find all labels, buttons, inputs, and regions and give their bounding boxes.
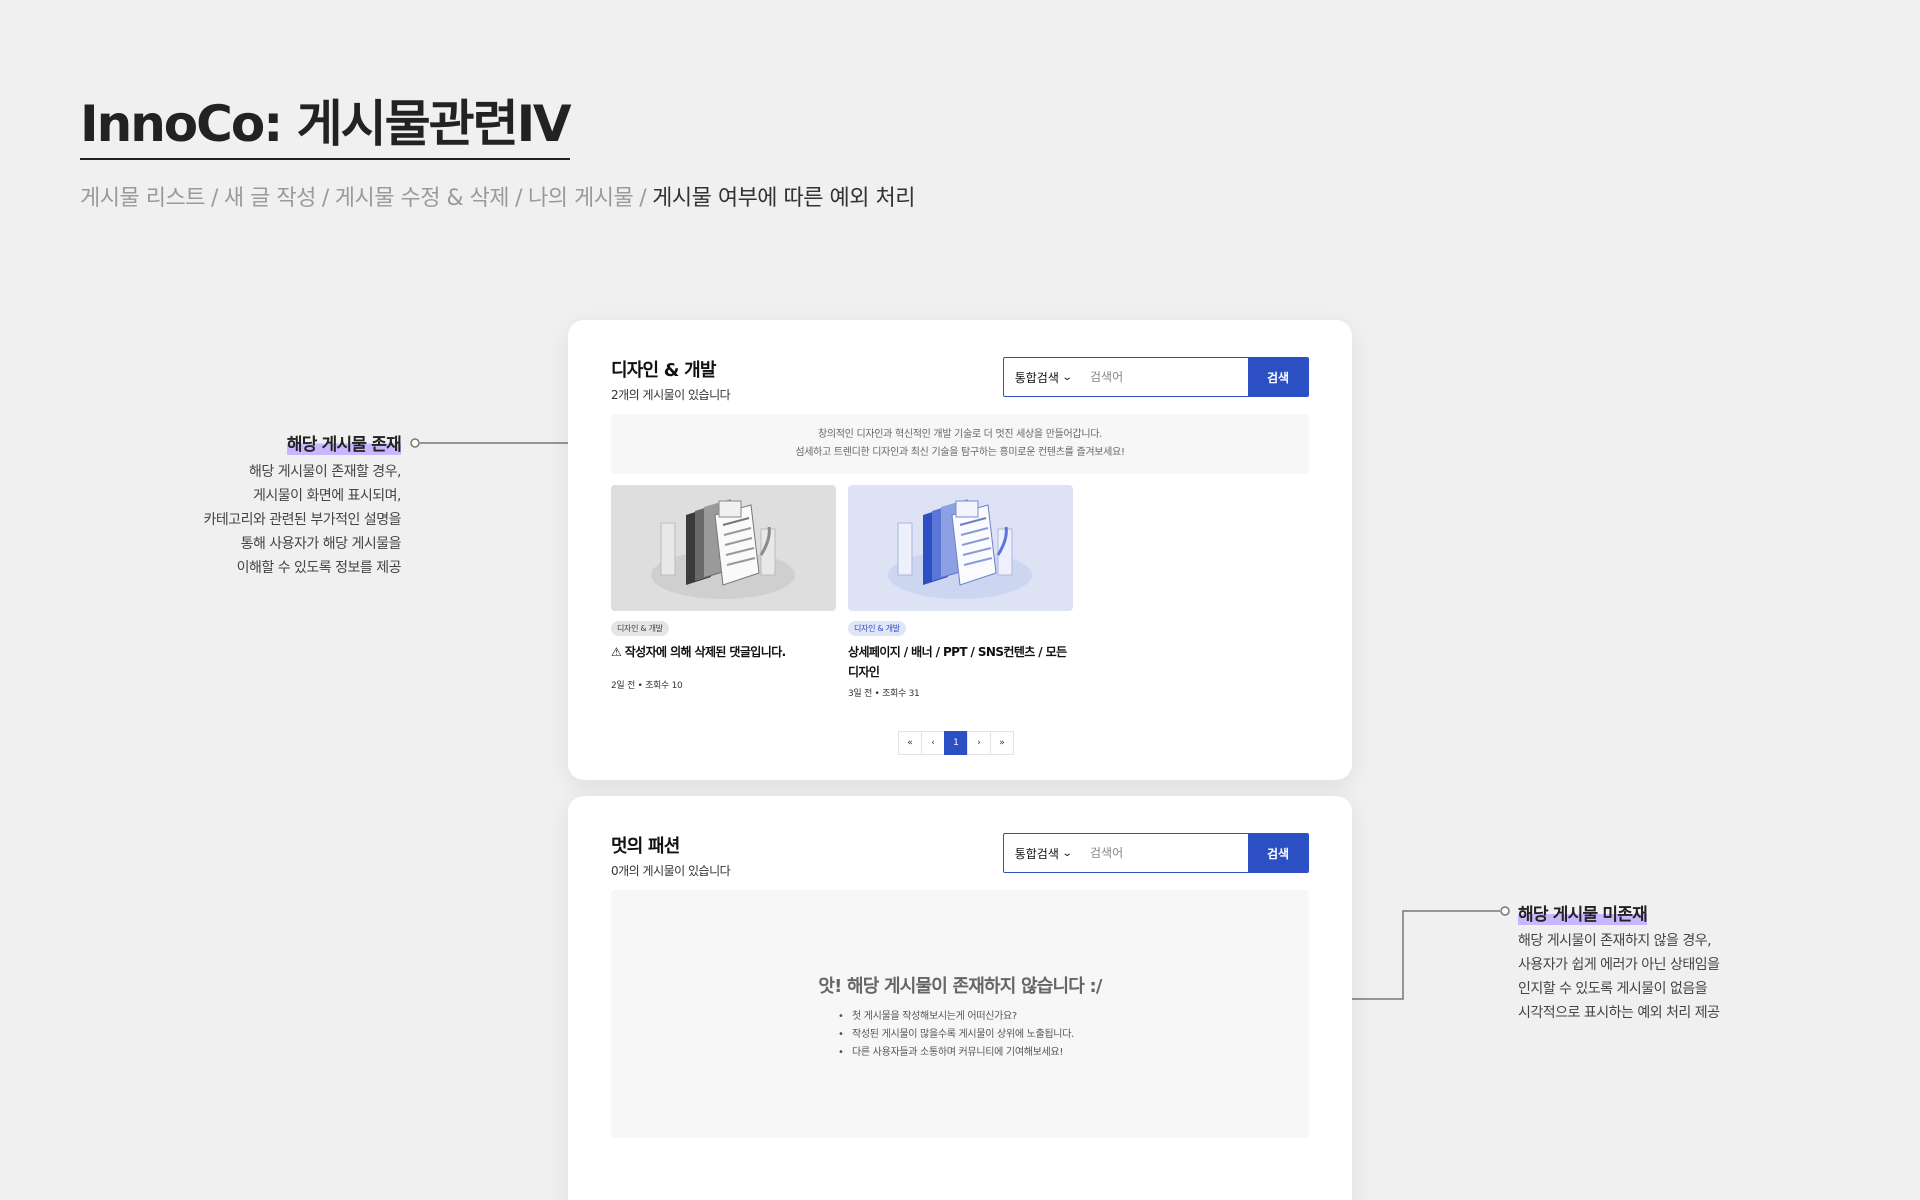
chevron-down-icon: ⌄ — [1061, 371, 1073, 383]
breadcrumb-separator: / — [210, 186, 218, 211]
board-intro: 창의적인 디자인과 혁신적인 개발 기술로 더 멋진 세상을 만들어갑니다. 섬… — [611, 414, 1309, 474]
intro-line: 창의적인 디자인과 혁신적인 개발 기술로 더 멋진 세상을 만들어갑니다. — [817, 429, 1102, 440]
post-thumbnail[interactable] — [611, 485, 836, 611]
search-bar: 통합검색 ⌄ 검색 — [1003, 833, 1309, 873]
breadcrumb-separator: / — [321, 186, 329, 211]
first-page-button[interactable]: « — [898, 731, 922, 755]
document-stack-illustration — [848, 485, 1073, 611]
post-title[interactable]: 상세페이지 / 배너 / PPT / SNS컨텐츠 / 모든디자인 — [848, 642, 1073, 682]
board-card-fashion: 멋의 패션 0개의 게시물이 있습니다 통합검색 ⌄ 검색 앗! 해당 게시물이… — [568, 796, 1352, 1200]
breadcrumb-separator: / — [515, 186, 522, 211]
breadcrumb-item[interactable]: 새 글 작성 — [224, 186, 316, 211]
post-card[interactable]: 디자인 & 개발 상세페이지 / 배너 / PPT / SNS컨텐츠 / 모든디… — [848, 485, 1073, 699]
annotation-line: 통해 사용자가 해당 게시물을 — [240, 536, 402, 552]
post-title[interactable]: ⚠ 작성자에 의해 삭제된 댓글입니다. — [611, 642, 836, 662]
search-scope-select[interactable]: 통합검색 ⌄ — [1004, 358, 1082, 396]
post-card[interactable]: 디자인 & 개발 ⚠ 작성자에 의해 삭제된 댓글입니다. 2일 전 • 조회수… — [611, 485, 836, 691]
annotation-exists-desc: 해당 게시물이 존재할 경우, 게시물이 화면에 표시되며, 카테고리와 관련된… — [203, 460, 401, 580]
page-number-button[interactable]: 1 — [944, 731, 968, 755]
search-scope-select[interactable]: 통합검색 ⌄ — [1004, 834, 1082, 872]
search-button[interactable]: 검색 — [1248, 358, 1308, 396]
search-input[interactable] — [1082, 834, 1248, 872]
search-button[interactable]: 검색 — [1248, 834, 1308, 872]
chevron-down-icon: ⌄ — [1061, 847, 1073, 859]
annotation-line: 인지할 수 있도록 게시물이 없음을 — [1518, 981, 1708, 997]
post-count: 0개의 게시물이 있습니다 — [611, 864, 731, 878]
board-title: 멋의 패션 — [611, 836, 680, 857]
board-title: 디자인 & 개발 — [611, 360, 716, 381]
page-title: InnoCo: 게시물관련Ⅳ — [80, 94, 572, 160]
board-header: 디자인 & 개발 2개의 게시물이 있습니다 — [611, 356, 731, 403]
empty-state-title: 앗! 해당 게시물이 존재하지 않습니다 :/ — [818, 976, 1102, 997]
search-bar: 통합검색 ⌄ 검색 — [1003, 357, 1309, 397]
annotation-line: 해당 게시물이 존재할 경우, — [249, 464, 401, 480]
last-page-button[interactable]: » — [990, 731, 1014, 755]
board-header: 멋의 패션 0개의 게시물이 있습니다 — [611, 832, 731, 879]
empty-tip: 작성된 게시물이 많을수록 게시물이 상위에 노출됩니다. — [838, 1026, 1074, 1044]
prev-page-button[interactable]: ‹ — [921, 731, 945, 755]
annotation-line: 해당 게시물이 존재하지 않을 경우, — [1518, 933, 1712, 949]
board-card-design: 디자인 & 개발 2개의 게시물이 있습니다 통합검색 ⌄ 검색 창의적인 디자… — [568, 320, 1352, 780]
search-scope-label: 통합검색 — [1014, 846, 1059, 861]
empty-tip: 첫 게시물을 작성해보시는게 어떠신가요? — [838, 1008, 1074, 1026]
annotation-line: 카테고리와 관련된 부가적인 설명을 — [203, 512, 401, 528]
annotation-missing-desc: 해당 게시물이 존재하지 않을 경우, 사용자가 쉽게 에러가 아닌 상태임을 … — [1518, 929, 1720, 1025]
pagination: « ‹ 1 › » — [898, 731, 1014, 755]
intro-line: 섬세하고 트렌디한 디자인과 최신 기술을 탐구하는 흥미로운 컨텐츠를 즐겨보… — [795, 447, 1125, 458]
post-count: 2개의 게시물이 있습니다 — [611, 388, 731, 402]
search-scope-label: 통합검색 — [1014, 370, 1059, 385]
breadcrumb: 게시물 리스트 / 새 글 작성 / 게시물 수정 & 삭제 / 나의 게시물 / 게시물 여부… — [80, 180, 915, 212]
category-badge: 디자인 & 개발 — [611, 621, 669, 636]
circle-dot-icon — [1500, 906, 1510, 916]
circle-dot-icon — [410, 438, 420, 448]
breadcrumb-item[interactable]: 게시물 수정 & 삭제 — [335, 186, 510, 211]
post-meta: 3일 전 • 조회수 31 — [848, 689, 920, 699]
empty-tip: 다른 사용자들과 소통하며 커뮤니티에 기여해보세요! — [838, 1044, 1074, 1062]
category-badge: 디자인 & 개발 — [848, 621, 906, 636]
breadcrumb-current: 게시물 여부에 따른 예외 처리 — [652, 186, 915, 211]
annotation-line: 이해할 수 있도록 정보를 제공 — [236, 560, 402, 576]
empty-state: 앗! 해당 게시물이 존재하지 않습니다 :/ 첫 게시물을 작성해보시는게 어… — [611, 890, 1309, 1138]
breadcrumb-item[interactable]: 게시물 리스트 — [80, 186, 205, 211]
annotation-exists-title: 해당 게시물 존재 — [286, 430, 402, 455]
breadcrumb-separator: / — [639, 186, 647, 211]
annotation-line: 시각적으로 표시하는 예외 처리 제공 — [1518, 1005, 1720, 1021]
breadcrumb-item[interactable]: 나의 게시물 — [528, 186, 634, 211]
search-input[interactable] — [1082, 358, 1248, 396]
post-thumbnail[interactable] — [848, 485, 1073, 611]
annotation-missing-title: 해당 게시물 미존재 — [1518, 900, 1648, 925]
document-stack-illustration — [611, 485, 836, 611]
post-meta: 2일 전 • 조회수 10 — [611, 681, 683, 691]
annotation-line: 게시물이 화면에 표시되며, — [252, 488, 402, 504]
annotation-line: 사용자가 쉽게 에러가 아닌 상태임을 — [1518, 957, 1720, 973]
empty-state-tips: 첫 게시물을 작성해보시는게 어떠신가요? 작성된 게시물이 많을수록 게시물이… — [838, 1008, 1074, 1062]
next-page-button[interactable]: › — [967, 731, 991, 755]
